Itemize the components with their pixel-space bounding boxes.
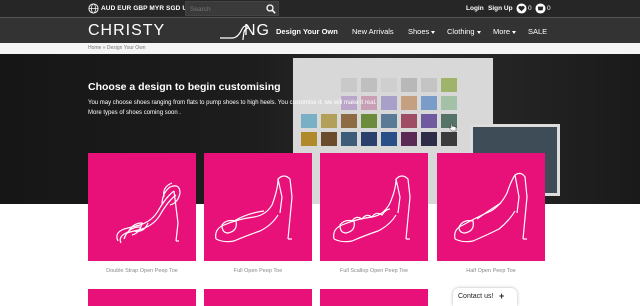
color-swatch — [381, 96, 397, 110]
half-peep-toe-pump-icon — [454, 172, 528, 243]
contact-us-widget[interactable]: Contact us! + — [453, 288, 517, 306]
brand-logo[interactable]: CHRISTY NG — [88, 22, 269, 40]
color-swatch — [441, 96, 457, 110]
nav-shoes-label: Shoes — [408, 27, 430, 36]
color-swatch — [381, 132, 397, 146]
search-input[interactable] — [190, 4, 262, 14]
design-card-full-scallop[interactable] — [320, 153, 428, 261]
hero-description: You may choose shoes ranging from flats … — [88, 100, 377, 116]
color-swatch — [421, 96, 437, 110]
chevron-down-icon — [512, 30, 517, 34]
color-swatch — [401, 132, 417, 146]
color-swatch — [401, 96, 417, 110]
plus-icon[interactable]: + — [499, 291, 504, 301]
color-swatch — [421, 78, 437, 92]
color-swatch — [361, 132, 377, 146]
logo-text-suffix: NG — [244, 22, 270, 39]
nav-clothing[interactable]: Clothing — [447, 27, 481, 36]
nav-more[interactable]: More — [493, 27, 517, 36]
design-label-double-strap[interactable]: Double Strap Open Peep Toe — [88, 268, 196, 274]
main-navbar: CHRISTY NG Design Your Own New Arrivals … — [0, 17, 640, 43]
design-label-full-scallop[interactable]: Full Scallop Open Peep Toe — [320, 268, 428, 274]
search-icon[interactable] — [266, 4, 276, 14]
design-label-full-open-peep-toe[interactable]: Full Open Peep Toe — [204, 268, 312, 274]
color-swatch — [361, 78, 377, 92]
design-card-row2[interactable] — [204, 289, 312, 306]
breadcrumb[interactable]: Home » Design Your Own — [88, 45, 146, 51]
design-label-half-open-peep-toe[interactable]: Half Open Peep Toe — [437, 268, 545, 274]
top-bar: AUD EUR GBP MYR SGD USD Login Sign Up 0 … — [0, 0, 640, 17]
color-swatch — [421, 132, 437, 146]
login-link[interactable]: Login — [466, 5, 484, 12]
color-swatch — [321, 132, 337, 146]
nav-sale[interactable]: SALE — [528, 27, 547, 36]
hero-title: Choose a design to begin customising — [88, 81, 281, 93]
color-swatch — [441, 132, 457, 146]
contact-us-label: Contact us! — [458, 293, 494, 300]
color-swatch — [341, 132, 357, 146]
globe-icon[interactable] — [88, 3, 99, 14]
color-swatch — [401, 114, 417, 128]
nav-shoes[interactable]: Shoes — [408, 27, 436, 36]
logo-text-prefix: CHRISTY — [88, 22, 166, 39]
chevron-down-icon — [431, 30, 436, 34]
chevron-down-icon — [476, 30, 481, 34]
design-card-double-strap[interactable] — [88, 153, 196, 261]
cart-icon[interactable] — [535, 3, 546, 14]
nav-design-your-own[interactable]: Design Your Own — [276, 27, 338, 36]
nav-clothing-label: Clothing — [447, 27, 475, 36]
search-box[interactable] — [185, 1, 279, 16]
cart-count: 0 — [547, 5, 551, 12]
design-card-row2[interactable] — [88, 289, 196, 306]
color-swatch — [381, 114, 397, 128]
wishlist-count: 0 — [528, 5, 532, 12]
double-strap-sandal-icon — [116, 182, 181, 244]
signup-link[interactable]: Sign Up — [488, 5, 513, 12]
color-swatch — [301, 132, 317, 146]
design-card-row2[interactable] — [320, 289, 428, 306]
color-swatch — [421, 114, 437, 128]
color-swatch — [401, 78, 417, 92]
nav-new-arrivals[interactable]: New Arrivals — [352, 27, 394, 36]
design-card-half-open-peep-toe[interactable] — [437, 153, 545, 261]
nav-more-label: More — [493, 27, 511, 36]
open-peep-toe-pump-icon — [215, 175, 293, 243]
scallop-peep-toe-pump-icon — [333, 175, 411, 243]
color-swatch — [441, 78, 457, 92]
breadcrumb-bar: Home » Design Your Own — [0, 43, 640, 54]
color-swatch — [341, 78, 357, 92]
color-swatch — [381, 78, 397, 92]
hand-cursor-icon — [449, 122, 457, 132]
heart-icon[interactable] — [516, 3, 527, 14]
currency-selector[interactable]: AUD EUR GBP MYR SGD USD — [101, 5, 196, 12]
design-card-full-open-peep-toe[interactable] — [204, 153, 312, 261]
